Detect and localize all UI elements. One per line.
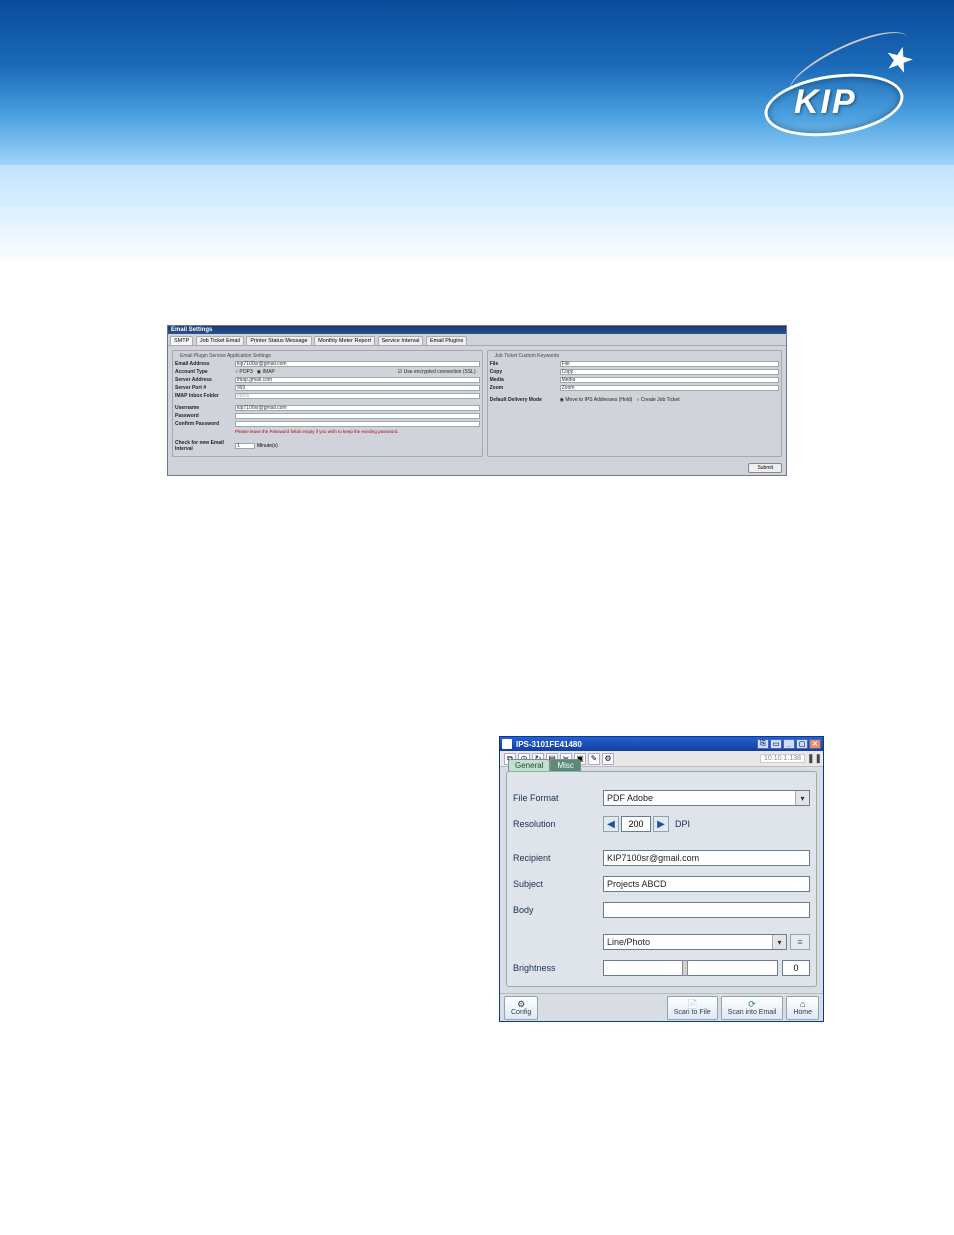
label-inbox-folder: IMAP Inbox Folder xyxy=(175,393,235,399)
tab-monthly-meter[interactable]: Monthly Meter Report xyxy=(314,336,375,345)
server-port-input[interactable]: 993 xyxy=(235,385,480,391)
job-ticket-panel: Job Ticket Custom Keywords File File Cop… xyxy=(487,350,782,457)
window-btn-1[interactable]: ⎘ xyxy=(757,739,769,749)
logo-text: KIP xyxy=(794,83,857,122)
file-icon: 📄 xyxy=(687,1000,698,1009)
tab-general[interactable]: General xyxy=(508,759,550,771)
chevron-down-icon: ▾ xyxy=(795,791,809,805)
gear-icon: ⚙ xyxy=(517,1000,525,1009)
label-brightness: Brightness xyxy=(513,963,603,973)
password-input[interactable] xyxy=(235,413,480,419)
label-check-interval: Check for new Email Interval xyxy=(175,440,235,452)
email-settings-window: Email Settings SMTP Job Ticket Email Pri… xyxy=(167,325,787,476)
body-input[interactable] xyxy=(603,902,810,918)
mode-options-button[interactable]: ≡ xyxy=(790,934,810,950)
chevron-down-icon: ▾ xyxy=(772,935,786,949)
window-btn-2[interactable]: ▭ xyxy=(770,739,782,749)
refresh-icon: ⟳ xyxy=(748,1000,756,1009)
submit-button[interactable]: Submit xyxy=(748,463,782,473)
radio-move-ips[interactable]: ◉ Move to IPS Addresses (Hold) xyxy=(560,397,633,403)
resolution-decrease[interactable]: ◀ xyxy=(603,816,619,832)
minimize-button[interactable]: _ xyxy=(783,739,795,749)
email-account-panel: Email Plugin Service Application Setting… xyxy=(172,350,483,457)
label-copy: Copy xyxy=(490,369,560,375)
inbox-folder-input[interactable]: Inbox xyxy=(235,393,480,399)
ips-window: IPS-3101FE41480 ⎘ ▭ _ ▢ ✕ ⧉ ◷ ↻ ▤ ✂ ▣ ✎ … xyxy=(499,736,824,1022)
file-input[interactable]: File xyxy=(560,361,779,367)
label-server-port: Server Port # xyxy=(175,385,235,391)
label-file-format: File Format xyxy=(513,793,603,803)
email-account-legend: Email Plugin Service Application Setting… xyxy=(178,353,273,359)
tab-email-plugins[interactable]: Email Plugins xyxy=(426,336,467,345)
ips-title-text: IPS-3101FE41480 xyxy=(516,740,757,749)
job-ticket-legend: Job Ticket Custom Keywords xyxy=(493,353,561,359)
label-account-type: Account Type xyxy=(175,369,235,375)
toolbar-icon-8[interactable]: ⚙ xyxy=(602,753,614,765)
brightness-slider[interactable] xyxy=(603,960,778,976)
label-password: Password xyxy=(175,413,235,419)
label-media: Media xyxy=(490,377,560,383)
file-format-combo[interactable]: PDF Adobe ▾ xyxy=(603,790,810,806)
label-delivery: Default Delivery Mode xyxy=(490,397,560,403)
header-banner: ★ KIP xyxy=(0,0,954,165)
tab-misc[interactable]: Misc xyxy=(550,759,580,771)
maximize-button[interactable]: ▢ xyxy=(796,739,808,749)
radio-imap[interactable]: ◉ IMAP xyxy=(257,369,275,375)
email-settings-tabs: SMTP Job Ticket Email Printer Status Mes… xyxy=(168,334,786,346)
checkbox-ssl[interactable]: ☑ Use encrypted connection (SSL) xyxy=(398,369,476,375)
tab-smtp[interactable]: SMTP xyxy=(170,336,193,345)
ip-display: 10.10.1.138 xyxy=(760,754,805,763)
email-address-input[interactable]: kip7100sr@gmail.com xyxy=(235,361,480,367)
ips-content: File Format PDF Adobe ▾ Resolution ◀ 200… xyxy=(506,771,817,987)
username-input[interactable]: kip7100sr@gmail.com xyxy=(235,405,480,411)
toolbar-icon-7[interactable]: ✎ xyxy=(588,753,600,765)
label-confirm-password: Confirm Password xyxy=(175,421,235,427)
tab-service-interval[interactable]: Service Interval xyxy=(378,336,424,345)
kip-logo: ★ KIP xyxy=(764,25,914,135)
check-interval-input[interactable]: 1 xyxy=(235,443,255,449)
tab-printer-status[interactable]: Printer Status Message xyxy=(246,336,311,345)
scan-into-email-button[interactable]: ⟳ Scan into Email xyxy=(721,996,784,1020)
label-email-address: Email Address xyxy=(175,361,235,367)
copy-input[interactable]: Copy xyxy=(560,369,779,375)
label-resolution: Resolution xyxy=(513,819,603,829)
subject-input[interactable]: Projects ABCD xyxy=(603,876,810,892)
label-file: File xyxy=(490,361,560,367)
check-interval-unit: Minute(s) xyxy=(257,443,278,449)
config-button[interactable]: ⚙ Config xyxy=(504,996,538,1020)
home-button[interactable]: ⌂ Home xyxy=(786,996,819,1020)
scan-to-file-button[interactable]: 📄 Scan to File xyxy=(667,996,718,1020)
resolution-input[interactable]: 200 xyxy=(621,816,651,832)
label-body: Body xyxy=(513,905,603,915)
label-username: Username xyxy=(175,405,235,411)
header-fade xyxy=(0,165,954,265)
resolution-unit: DPI xyxy=(675,819,690,829)
recipient-input[interactable]: KIP7100sr@gmail.com xyxy=(603,850,810,866)
brightness-value[interactable]: 0 xyxy=(782,960,810,976)
email-settings-title: Email Settings xyxy=(168,326,786,334)
zoom-input[interactable]: Zoom xyxy=(560,385,779,391)
slider-thumb[interactable] xyxy=(682,960,688,976)
label-recipient: Recipient xyxy=(513,853,603,863)
mode-combo[interactable]: Line/Photo ▾ xyxy=(603,934,787,950)
home-icon: ⌂ xyxy=(800,1000,805,1009)
pause-icon[interactable]: ❚❚ xyxy=(807,753,819,764)
tab-job-ticket-email[interactable]: Job Ticket Email xyxy=(196,336,244,345)
ips-footer: ⚙ Config 📄 Scan to File ⟳ Scan into Emai… xyxy=(500,993,823,1021)
label-subject: Subject xyxy=(513,879,603,889)
server-address-input[interactable]: imap.gmail.com xyxy=(235,377,480,383)
confirm-password-input[interactable] xyxy=(235,421,480,427)
app-icon xyxy=(502,739,512,749)
ips-titlebar: IPS-3101FE41480 ⎘ ▭ _ ▢ ✕ xyxy=(500,737,823,751)
radio-pop3[interactable]: ○ POP3 xyxy=(235,369,253,375)
media-input[interactable]: Media xyxy=(560,377,779,383)
label-server-address: Server Address xyxy=(175,377,235,383)
radio-create-ticket[interactable]: ○ Create Job Ticket xyxy=(636,397,679,403)
label-zoom: Zoom xyxy=(490,385,560,391)
resolution-increase[interactable]: ▶ xyxy=(653,816,669,832)
close-button[interactable]: ✕ xyxy=(809,739,821,749)
